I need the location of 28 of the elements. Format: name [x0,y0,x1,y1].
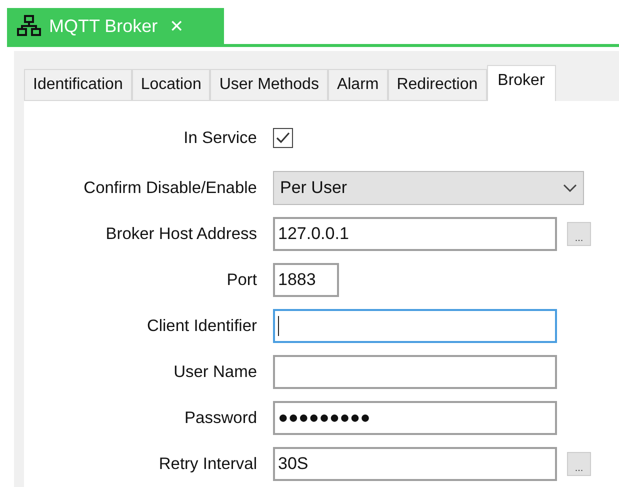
tab[interactable]: Identification [24,69,132,101]
checkbox[interactable] [273,128,293,148]
tab[interactable]: Redirection [388,69,487,101]
input-field[interactable]: ●●●●●●●●● [273,401,557,435]
field-label: In Service [182,128,258,148]
checkmark-icon [275,131,291,145]
input-field[interactable]: 30S [273,447,557,481]
field-label: Confirm Disable/Enable [82,178,258,198]
tab[interactable]: User Methods [210,69,328,101]
network-icon [17,15,41,37]
field-label: Password [184,408,258,428]
tab[interactable]: Alarm [328,69,388,101]
input-field[interactable] [273,309,557,343]
tab[interactable]: Location [132,69,210,101]
document-title: MQTT Broker [49,16,158,36]
field-label: Broker Host Address [104,224,258,244]
input-field[interactable] [273,355,557,389]
chevron-icon [563,184,577,192]
field-label: Port [226,270,258,290]
dropdown[interactable]: Per User [273,171,584,205]
field-label: Retry Interval [158,454,258,474]
browse-button[interactable]: ... [567,222,591,246]
tab[interactable]: Broker [486,65,556,101]
input-field[interactable]: 127.0.0.1 [273,217,557,251]
field-label: Client Identifier [146,316,258,336]
field-label: User Name [172,362,258,382]
browse-button[interactable]: ... [567,452,591,476]
input-field[interactable]: 1883 [273,263,339,297]
